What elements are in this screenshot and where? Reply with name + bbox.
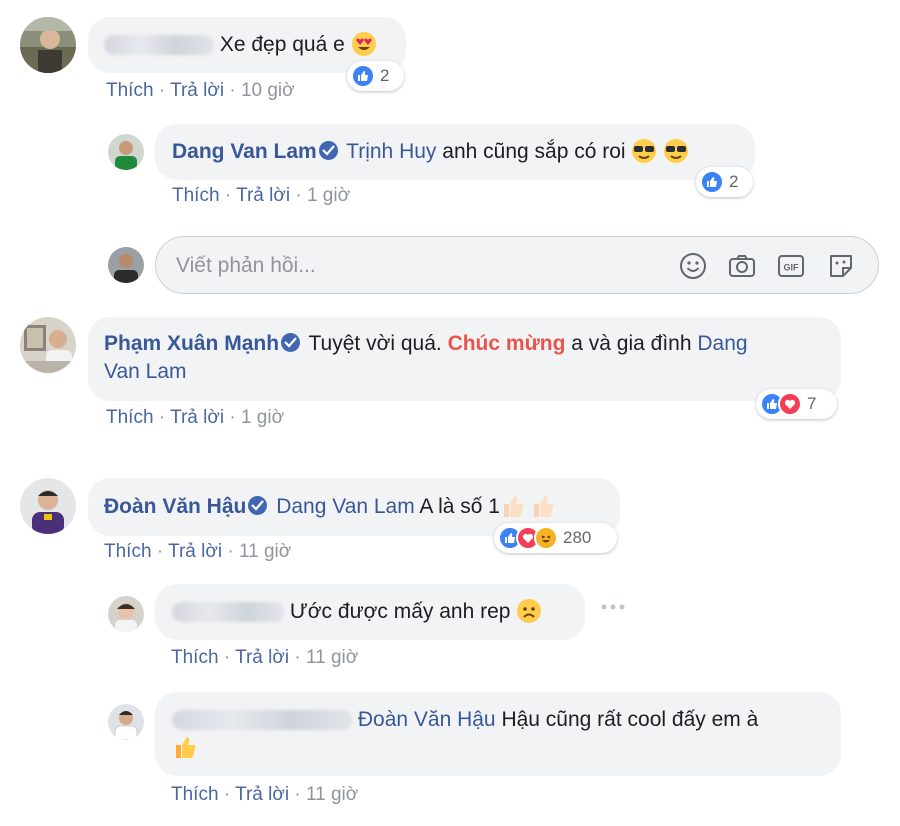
like-link[interactable]: Thích bbox=[104, 541, 152, 562]
reply-bubble: Ước được mấy anh rep bbox=[155, 584, 585, 640]
comment-actions: Thích · Trả lời · 11 giờ bbox=[104, 541, 291, 563]
like-link[interactable]: Thích bbox=[106, 80, 154, 101]
comment-text: Tuyệt vời quá. bbox=[308, 332, 442, 355]
reply-avatar[interactable] bbox=[108, 134, 144, 170]
reaction-summary[interactable]: 2 bbox=[347, 61, 404, 91]
reply-text: Ước được mấy anh rep bbox=[289, 600, 511, 623]
reaction-summary[interactable]: 2 bbox=[696, 167, 753, 197]
comment-text: Xe đẹp quá e bbox=[219, 33, 345, 56]
comment-text: a và gia đình bbox=[571, 332, 692, 355]
commenter-avatar[interactable] bbox=[20, 478, 76, 534]
reply-avatar[interactable] bbox=[108, 596, 144, 632]
heart-eyes-emoji-icon bbox=[351, 31, 377, 65]
comment-bubble: Phạm Xuân Mạnh Tuyệt vời quá. Chúc mừng … bbox=[88, 317, 841, 401]
reply-text: Hậu cũng rất cool đấy em à bbox=[501, 708, 759, 731]
separator: · bbox=[158, 407, 166, 428]
blurred-author-name[interactable] bbox=[172, 710, 352, 731]
comment-author-name[interactable]: Đoàn Văn Hậu bbox=[104, 495, 246, 518]
sticker-icon[interactable] bbox=[826, 251, 856, 281]
separator: · bbox=[223, 647, 231, 668]
reaction-count: 2 bbox=[729, 172, 739, 191]
reaction-count: 2 bbox=[380, 66, 390, 85]
reply-avatar[interactable] bbox=[108, 704, 144, 740]
reply-bubble: Dang Van Lam Trịnh Huy anh cũng sắp có r… bbox=[155, 124, 755, 180]
separator: · bbox=[227, 541, 234, 562]
frowning-emoji-icon bbox=[516, 598, 542, 632]
reply-text: anh cũng sắp có roi bbox=[442, 140, 626, 163]
reaction-summary[interactable]: 280 bbox=[494, 523, 617, 553]
commenter-avatar[interactable] bbox=[20, 317, 76, 373]
separator: · bbox=[229, 80, 236, 101]
mention-link[interactable]: Dang Van Lam bbox=[276, 495, 415, 518]
like-reaction-icon bbox=[700, 170, 724, 194]
mention-link[interactable]: Trịnh Huy bbox=[346, 140, 436, 163]
like-link[interactable]: Thích bbox=[172, 185, 220, 206]
separator: · bbox=[224, 185, 232, 206]
verified-badge-icon bbox=[281, 333, 301, 352]
timestamp[interactable]: 1 giờ bbox=[241, 407, 284, 428]
reaction-summary[interactable]: 7 bbox=[756, 389, 837, 419]
commenter-avatar[interactable] bbox=[20, 17, 76, 73]
svg-text:GIF: GIF bbox=[784, 263, 800, 273]
like-link[interactable]: Thích bbox=[171, 647, 219, 668]
timestamp[interactable]: 1 giờ bbox=[307, 185, 350, 206]
reaction-count: 7 bbox=[807, 394, 817, 413]
reply-actions: Thích · Trả lời · 11 giờ bbox=[171, 784, 358, 806]
camera-icon[interactable] bbox=[727, 251, 757, 281]
like-link[interactable]: Thích bbox=[171, 784, 219, 805]
reply-input-container: GIF bbox=[155, 236, 879, 294]
timestamp[interactable]: 11 giờ bbox=[239, 541, 291, 562]
timestamp[interactable]: 10 giờ bbox=[241, 80, 295, 101]
blurred-author-name[interactable] bbox=[172, 602, 284, 623]
timestamp[interactable]: 11 giờ bbox=[306, 784, 358, 805]
thumbs-up-emoji-icon bbox=[500, 493, 560, 527]
separator: · bbox=[294, 784, 301, 805]
reply-actions: Thích · Trả lời · 1 giờ bbox=[172, 185, 350, 207]
sunglasses-emoji-icon bbox=[631, 138, 691, 172]
reply-link[interactable]: Trả lời bbox=[170, 407, 224, 428]
like-link[interactable]: Thích bbox=[106, 407, 154, 428]
highlighted-text[interactable]: Chúc mừng bbox=[448, 332, 566, 355]
reply-link[interactable]: Trả lời bbox=[235, 784, 289, 805]
verified-badge-icon bbox=[248, 496, 268, 515]
separator: · bbox=[158, 80, 166, 101]
current-user-avatar bbox=[108, 247, 144, 283]
reply-author-name[interactable]: Dang Van Lam bbox=[172, 140, 317, 163]
reply-link[interactable]: Trả lời bbox=[235, 647, 289, 668]
thumbs-up-emoji-icon bbox=[172, 734, 200, 768]
separator: · bbox=[229, 407, 236, 428]
reply-input[interactable] bbox=[174, 251, 638, 281]
comment-actions: Thích · Trả lời · 1 giờ bbox=[106, 407, 284, 429]
more-options-icon[interactable] bbox=[600, 600, 626, 614]
reply-link[interactable]: Trả lời bbox=[236, 185, 290, 206]
comment-author-name[interactable]: Phạm Xuân Mạnh bbox=[104, 332, 279, 355]
mention-link[interactable]: Van Lam bbox=[104, 360, 187, 383]
separator: · bbox=[295, 185, 302, 206]
separator: · bbox=[223, 784, 231, 805]
reaction-count: 280 bbox=[563, 528, 592, 547]
comment-actions: Thích · Trả lời · 10 giờ bbox=[106, 80, 295, 102]
separator: · bbox=[156, 541, 164, 562]
mention-link[interactable]: Dang bbox=[697, 332, 747, 355]
reply-link[interactable]: Trả lời bbox=[170, 80, 224, 101]
reply-bubble: Đoàn Văn Hậu Hậu cũng rất cool đấy em à bbox=[155, 692, 841, 776]
separator: · bbox=[294, 647, 301, 668]
reply-actions: Thích · Trả lời · 11 giờ bbox=[171, 647, 358, 669]
like-reaction-icon bbox=[351, 64, 375, 88]
comment-text: A là số 1 bbox=[419, 495, 500, 518]
smiley-icon[interactable] bbox=[678, 251, 708, 281]
blurred-author-name[interactable] bbox=[104, 35, 214, 56]
love-reaction-icon bbox=[778, 392, 802, 416]
gif-icon[interactable]: GIF bbox=[776, 251, 806, 281]
reply-link[interactable]: Trả lời bbox=[168, 541, 222, 562]
timestamp[interactable]: 11 giờ bbox=[306, 647, 358, 668]
mention-link[interactable]: Đoàn Văn Hậu bbox=[358, 708, 496, 731]
verified-badge-icon bbox=[318, 141, 338, 160]
haha-reaction-icon bbox=[534, 526, 558, 550]
